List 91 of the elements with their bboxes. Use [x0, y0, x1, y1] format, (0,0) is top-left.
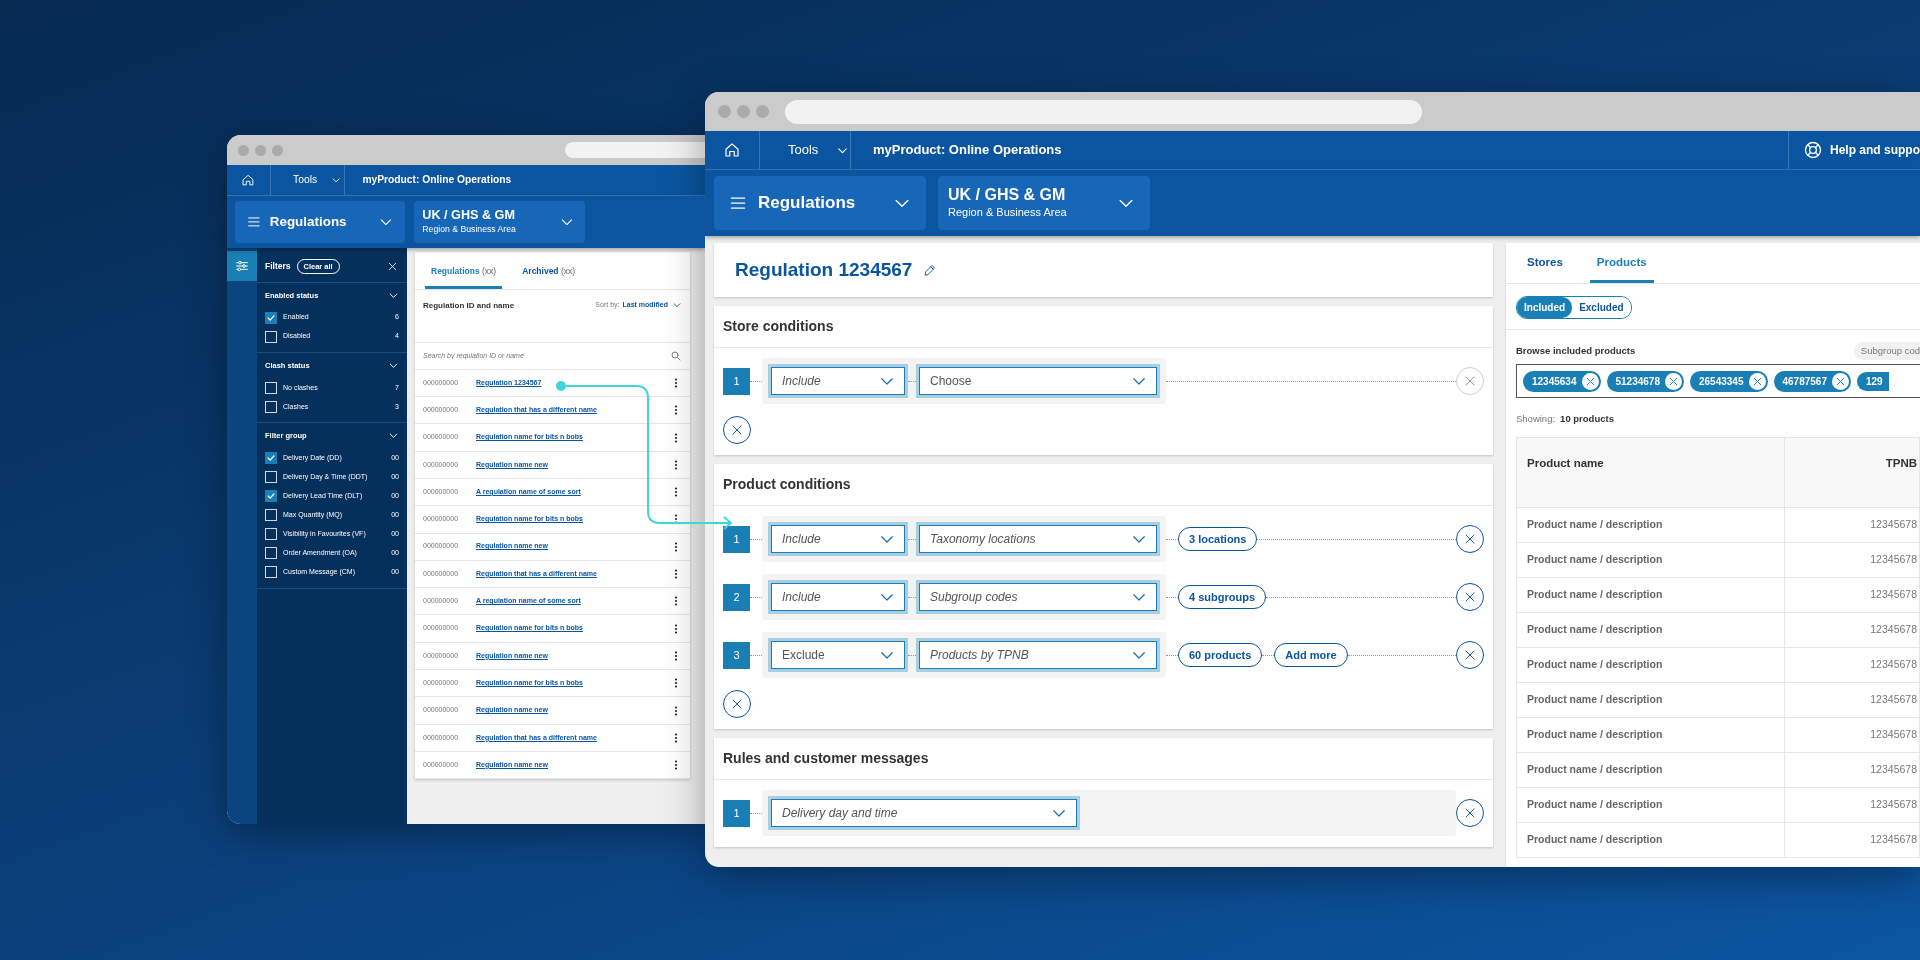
tools-menu[interactable]: Tools: [293, 172, 342, 188]
dropdown[interactable]: Include: [768, 580, 908, 614]
table-cell: 12345678: [1784, 577, 1920, 612]
dropdown[interactable]: Exclude: [768, 638, 908, 672]
table-cell: 12345678: [1784, 507, 1920, 542]
section-title: Store conditions: [714, 306, 1493, 348]
section-title: Product conditions: [714, 464, 1493, 506]
tag-button[interactable]: 4 subgroups: [1178, 584, 1266, 610]
tag-button[interactable]: 3 locations: [1178, 526, 1258, 552]
table-cell: Product name / description: [1516, 507, 1785, 542]
table-cell: 12345678: [1784, 752, 1920, 787]
region-dropdown[interactable]: UK / GHS & GM Region & Business Area: [938, 176, 1150, 230]
tag-button[interactable]: Add more: [1274, 642, 1348, 668]
product-chip[interactable]: 129: [1857, 371, 1889, 391]
module-dropdown[interactable]: Regulations: [714, 176, 926, 230]
help-link[interactable]: Help and suppo: [1803, 140, 1920, 160]
home-icon: [241, 172, 256, 187]
condition-number: 1: [723, 799, 750, 827]
dropdown[interactable]: Taxonomy locations: [916, 522, 1160, 556]
table-cell: Product name / description: [1516, 577, 1785, 612]
column-header: TPNB: [1784, 437, 1920, 507]
table-cell: 12345678: [1784, 787, 1920, 822]
edit-button[interactable]: [922, 262, 938, 278]
table-cell: 12345678: [1784, 717, 1920, 752]
filter-toggle-button[interactable]: [227, 250, 257, 281]
dropdown[interactable]: Include: [768, 364, 908, 398]
table-cell: 12345678: [1784, 612, 1920, 647]
column-header: Regulation ID and name: [423, 299, 515, 312]
table-cell: Product name / description: [1516, 717, 1785, 752]
module-dropdown[interactable]: Regulations: [235, 200, 405, 244]
home-button[interactable]: [723, 141, 741, 159]
remove-button[interactable]: [1456, 583, 1484, 611]
condition-number: 1: [723, 367, 750, 395]
tab[interactable]: Regulations (xx): [425, 265, 503, 289]
dropdown[interactable]: Include: [768, 522, 908, 556]
check-icon: [266, 491, 276, 502]
checkbox[interactable]: [265, 490, 277, 503]
product-chip[interactable]: 12345634: [1523, 370, 1601, 392]
condition-number: 2: [723, 583, 750, 611]
filter-chip[interactable]: Subgroup cod: [1853, 342, 1920, 361]
product-chip[interactable]: 46787567: [1773, 370, 1851, 392]
tab[interactable]: Archived (xx): [516, 265, 582, 289]
table-cell: 12345678: [1784, 682, 1920, 717]
showing-value: 10 products: [1560, 412, 1614, 427]
pencil-icon: [922, 262, 938, 278]
app-title: myProduct: Online Operations: [361, 173, 512, 188]
table-cell: 12345678: [1784, 822, 1920, 857]
table-cell: 12345678: [1784, 647, 1920, 682]
table-cell: Product name / description: [1516, 612, 1785, 647]
table-cell: Product name / description: [1516, 752, 1785, 787]
tab[interactable]: Products: [1589, 253, 1654, 283]
filters-title: Filters: [265, 259, 291, 273]
table-cell: Product name / description: [1516, 682, 1785, 717]
regulation-title: Regulation 1234567: [735, 258, 913, 282]
tab[interactable]: Stores: [1520, 253, 1570, 283]
table-cell: Product name / description: [1516, 787, 1785, 822]
home-button[interactable]: [241, 172, 256, 187]
table-cell: Product name / description: [1516, 822, 1785, 857]
browse-label: Browse included products: [1516, 344, 1636, 358]
lifebuoy-icon: [1803, 140, 1823, 160]
checkbox[interactable]: [265, 452, 277, 465]
condition-number: 3: [723, 641, 750, 669]
table-cell: Product name / description: [1516, 647, 1785, 682]
tag-button[interactable]: 60 products: [1178, 642, 1263, 668]
table-cell: Product name / description: [1516, 542, 1785, 577]
dropdown[interactable]: Delivery day and time: [768, 796, 1080, 830]
column-header: Product name: [1516, 437, 1785, 507]
remove-button[interactable]: [1456, 799, 1484, 827]
dropdown[interactable]: Products by TPNB: [916, 638, 1160, 672]
search-icon: [670, 349, 682, 362]
remove-button[interactable]: [1456, 641, 1484, 669]
product-chip[interactable]: 51234678: [1606, 370, 1684, 392]
chip-input[interactable]: 12345634 51234678 26543345 46787567 129: [1516, 364, 1920, 399]
dropdown[interactable]: Subgroup codes: [916, 580, 1160, 614]
tools-menu[interactable]: Tools: [788, 140, 850, 160]
dropdown[interactable]: Choose: [916, 364, 1160, 398]
section-title: Rules and customer messages: [714, 738, 1493, 780]
check-icon: [266, 312, 276, 323]
checkbox[interactable]: [265, 311, 277, 324]
table-cell: 12345678: [1784, 542, 1920, 577]
close-circle-button[interactable]: [723, 690, 751, 718]
condition-number: 1: [723, 525, 750, 553]
remove-button[interactable]: [1456, 525, 1484, 553]
close-circle-button[interactable]: [723, 416, 751, 444]
toggle-option[interactable]: Included: [1517, 297, 1573, 318]
app-title: myProduct: Online Operations: [872, 141, 1062, 160]
home-icon: [723, 141, 741, 159]
check-icon: [266, 453, 276, 464]
region-dropdown[interactable]: UK / GHS & GM Region & Business Area: [414, 200, 586, 244]
product-chip[interactable]: 26543345: [1690, 370, 1768, 392]
showing-label: Showing:: [1516, 412, 1556, 427]
